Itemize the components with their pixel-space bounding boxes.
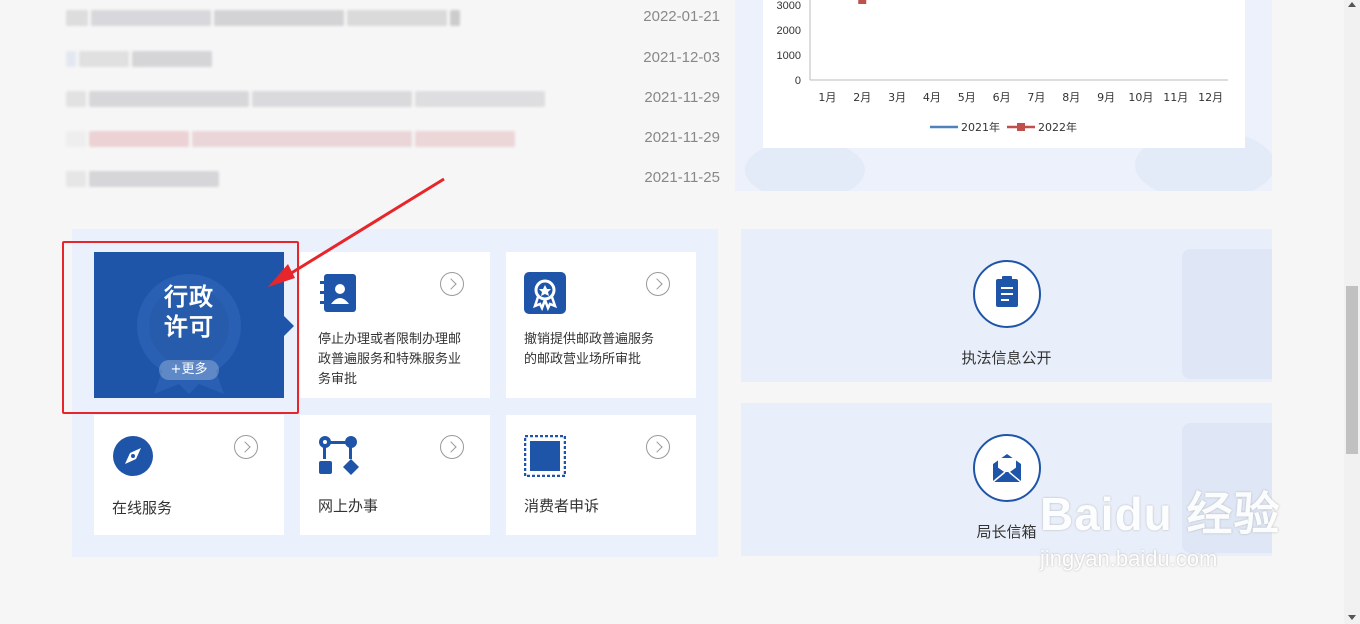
tile-label: 撤销提供邮政普遍服务的邮政营业场所审批 (524, 332, 655, 367)
service-tile-online-service[interactable]: 在线服务 (94, 415, 284, 535)
chart-card: 3000 2000 1000 0 1月 2月 3月 4月 5月 6月 7月 8月 9月 10月 11月 12月… (763, 0, 1245, 148)
law-enforcement-info-card[interactable]: 执法信息公开 (741, 229, 1272, 382)
y-tick-label: 1000 (777, 50, 801, 62)
news-item[interactable]: 2021-11-29 (66, 127, 720, 151)
y-tick-label: 0 (795, 75, 801, 87)
service-tile-online-affairs[interactable]: 网上办事 (300, 415, 490, 535)
baidu-watermark: Baidu 经验 jingyan.baidu.com (1040, 478, 1281, 572)
news-title-blurred[interactable] (66, 51, 212, 67)
data-point (858, 0, 867, 4)
chevron-right-icon[interactable] (440, 435, 464, 459)
service-tile-revoke-approval[interactable]: 撤销提供邮政普遍服务的邮政营业场所审批 (506, 252, 696, 398)
news-title-blurred[interactable] (66, 171, 219, 187)
x-tick-label: 10月 (1128, 91, 1153, 104)
watermark-brand: Baidu 经验 (1040, 488, 1281, 540)
mail-icon (973, 434, 1041, 502)
compass-icon (113, 436, 153, 476)
card-label: 执法信息公开 (961, 349, 1052, 367)
tile-label: 停止办理或者限制办理邮政普遍服务和特殊服务业务审批 (318, 332, 462, 387)
news-title-blurred[interactable] (66, 10, 460, 26)
x-tick-label: 5月 (958, 91, 976, 104)
x-tick-label: 2月 (853, 91, 871, 104)
clipboard-icon (973, 260, 1041, 328)
scroll-down-arrow-icon[interactable] (1348, 615, 1356, 620)
x-tick-label: 9月 (1097, 91, 1115, 104)
x-tick-label: 3月 (888, 91, 906, 104)
x-tick-label: 4月 (923, 91, 941, 104)
scroll-thumb[interactable] (1346, 286, 1358, 454)
service-tile-consumer-complaint[interactable]: 消费者申诉 (506, 415, 696, 535)
news-title-blurred[interactable] (66, 131, 515, 147)
x-tick-label: 6月 (993, 91, 1011, 104)
annotation-arrow-icon (268, 177, 445, 287)
tile-label: 网上办事 (318, 497, 379, 515)
x-tick-label: 1月 (818, 91, 836, 104)
news-date: 2022-01-21 (643, 8, 720, 25)
vertical-scrollbar[interactable] (1344, 0, 1360, 624)
legend-label: 2021年 (961, 120, 1000, 134)
x-tick-label: 11月 (1163, 91, 1188, 104)
line-chart: 3000 2000 1000 0 1月 2月 3月 4月 5月 6月 7月 8月 9月 10月 11月 12月… (777, 0, 1228, 134)
tile-label: 在线服务 (112, 499, 173, 517)
news-item[interactable]: 2021-12-03 (66, 47, 720, 71)
chevron-right-icon[interactable] (646, 272, 670, 296)
watermark-url: jingyan.baidu.com (1040, 546, 1218, 571)
news-title-blurred[interactable] (66, 91, 545, 107)
y-tick-label: 3000 (777, 0, 801, 12)
stamp-icon (524, 435, 566, 477)
legend-label: 2022年 (1038, 120, 1077, 134)
news-date: 2021-11-29 (644, 89, 720, 106)
scroll-up-arrow-icon[interactable] (1348, 2, 1356, 7)
legend-marker (1017, 123, 1025, 131)
x-tick-label: 8月 (1062, 91, 1080, 104)
chevron-right-icon[interactable] (234, 435, 258, 459)
x-tick-label: 7月 (1027, 91, 1045, 104)
award-badge-icon (524, 272, 566, 314)
workflow-icon (319, 436, 359, 475)
tile-label: 消费者申诉 (524, 497, 600, 515)
chevron-right-icon[interactable] (646, 435, 670, 459)
news-date: 2021-11-25 (644, 169, 720, 186)
y-tick-label: 2000 (777, 25, 801, 37)
news-date: 2021-11-29 (644, 129, 720, 146)
x-tick-label: 12月 (1198, 91, 1223, 104)
news-item[interactable]: 2022-01-21 (66, 6, 720, 30)
news-date: 2021-12-03 (643, 49, 720, 66)
news-item[interactable]: 2021-11-29 (66, 87, 720, 111)
